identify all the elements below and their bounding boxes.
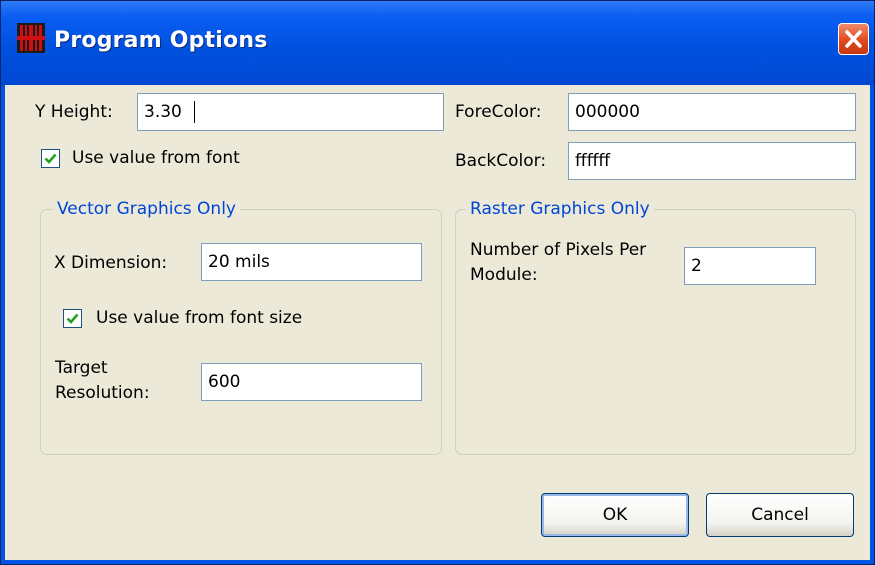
y-height-label: Y Height:: [35, 102, 113, 122]
target-resolution-label-line2: Resolution:: [55, 383, 150, 403]
text-caret: [194, 101, 195, 123]
dialog-title: Program Options: [54, 28, 268, 53]
cancel-button[interactable]: Cancel: [706, 493, 854, 537]
backcolor-label: BackColor:: [455, 151, 547, 171]
program-options-dialog: Program Options Y Height: ForeColor: Use…: [0, 0, 875, 565]
barcode-app-icon: [17, 23, 45, 53]
target-resolution-input[interactable]: [201, 363, 422, 401]
use-value-from-font-checkbox[interactable]: [41, 149, 60, 168]
use-value-from-font-size-label[interactable]: Use value from font size: [96, 308, 302, 329]
use-value-from-font-size-checkbox[interactable]: [63, 309, 82, 328]
raster-graphics-title: Raster Graphics Only: [466, 199, 654, 220]
y-height-input[interactable]: [137, 93, 444, 131]
checkmark-icon: [44, 153, 57, 164]
close-button[interactable]: [838, 23, 869, 55]
ok-button[interactable]: OK: [541, 493, 689, 537]
checkmark-icon: [66, 313, 79, 324]
pixels-per-module-label-line2: Module:: [470, 265, 538, 285]
dialog-body: Y Height: ForeColor: Use value from font…: [5, 85, 870, 560]
use-value-from-font-label[interactable]: Use value from font: [72, 148, 240, 169]
forecolor-input[interactable]: [568, 93, 856, 131]
x-dimension-label: X Dimension:: [54, 253, 168, 273]
vector-graphics-title: Vector Graphics Only: [53, 199, 240, 220]
backcolor-input[interactable]: [568, 142, 856, 180]
pixels-per-module-label-line1: Number of Pixels Per: [470, 240, 647, 260]
target-resolution-label-line1: Target: [55, 358, 108, 378]
forecolor-label: ForeColor:: [455, 102, 542, 122]
pixels-per-module-input[interactable]: [684, 247, 816, 285]
x-dimension-input[interactable]: [201, 243, 422, 281]
title-bar[interactable]: Program Options: [1, 1, 874, 85]
